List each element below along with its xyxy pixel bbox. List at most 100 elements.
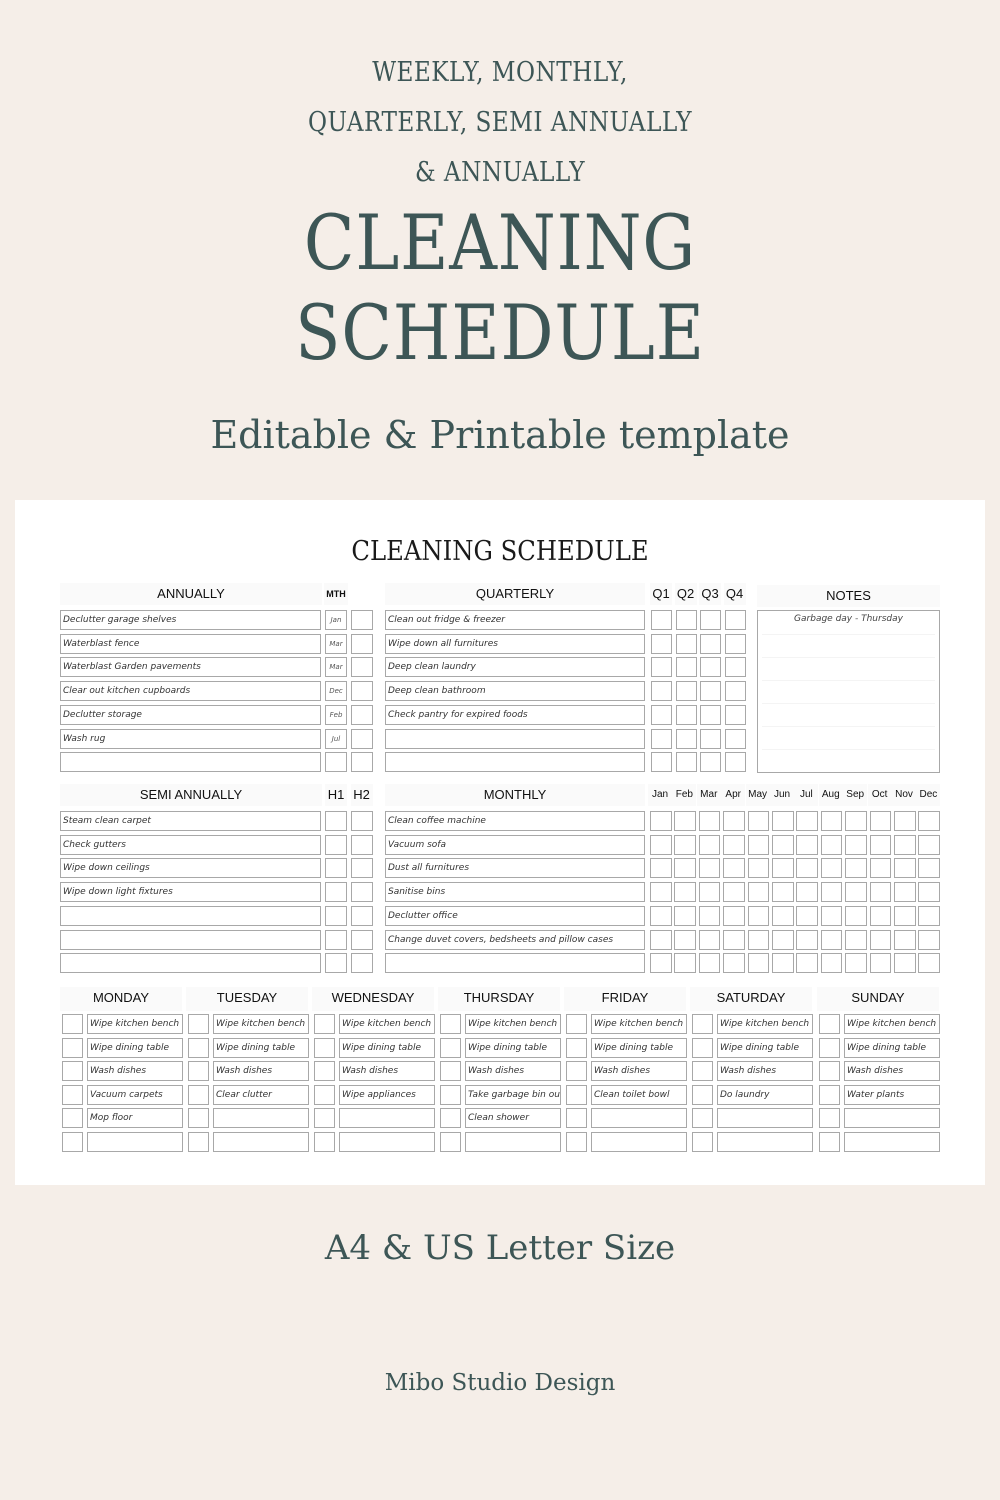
month-checkbox[interactable]: [747, 953, 770, 974]
quarter-checkbox[interactable]: [724, 633, 746, 654]
day-checkbox[interactable]: [188, 1084, 209, 1105]
quarter-checkbox[interactable]: [675, 657, 697, 678]
annual-month-field[interactable]: Jan: [325, 610, 347, 630]
quarter-checkbox[interactable]: [651, 728, 672, 749]
quarterly-task-field[interactable]: Deep clean laundry: [385, 657, 645, 678]
month-checkbox[interactable]: [747, 882, 770, 903]
month-checkbox[interactable]: [894, 858, 916, 879]
month-checkbox[interactable]: [747, 811, 770, 831]
day-checkbox[interactable]: [188, 1014, 209, 1034]
month-checkbox[interactable]: [918, 905, 940, 926]
annual-done-checkbox[interactable]: [351, 633, 373, 654]
month-checkbox[interactable]: [674, 834, 696, 855]
h2-checkbox[interactable]: [351, 953, 373, 974]
monthly-task-field[interactable]: Sanitise bins: [385, 882, 645, 903]
month-checkbox[interactable]: [796, 858, 818, 879]
day-checkbox[interactable]: [566, 1108, 587, 1129]
day-task-field[interactable]: [717, 1132, 813, 1152]
month-checkbox[interactable]: [869, 858, 892, 879]
quarterly-task-field[interactable]: [385, 728, 645, 749]
day-task-field[interactable]: Clear clutter: [213, 1084, 309, 1105]
annual-task-field[interactable]: [60, 752, 321, 773]
quarter-checkbox[interactable]: [724, 752, 746, 773]
day-task-field[interactable]: Vacuum carpets: [87, 1084, 183, 1105]
quarter-checkbox[interactable]: [675, 633, 697, 654]
day-checkbox[interactable]: [692, 1014, 713, 1034]
quarter-checkbox[interactable]: [724, 657, 746, 678]
monthly-task-field[interactable]: Clean coffee machine: [385, 811, 645, 831]
month-checkbox[interactable]: [894, 953, 916, 974]
day-checkbox[interactable]: [692, 1084, 713, 1105]
month-checkbox[interactable]: [723, 834, 745, 855]
day-task-field[interactable]: Wash dishes: [844, 1061, 940, 1082]
month-checkbox[interactable]: [723, 882, 745, 903]
day-task-field[interactable]: Clean shower: [465, 1108, 561, 1129]
quarter-checkbox[interactable]: [724, 681, 746, 702]
quarter-checkbox[interactable]: [675, 681, 697, 702]
day-checkbox[interactable]: [692, 1037, 713, 1058]
month-checkbox[interactable]: [747, 858, 770, 879]
day-task-field[interactable]: Clean toilet bowl: [591, 1084, 687, 1105]
annual-done-checkbox[interactable]: [351, 728, 373, 749]
month-checkbox[interactable]: [772, 905, 794, 926]
month-checkbox[interactable]: [820, 905, 843, 926]
semi-annual-task-field[interactable]: Wipe down ceilings: [60, 858, 321, 879]
day-task-field[interactable]: [87, 1132, 183, 1152]
month-checkbox[interactable]: [650, 882, 672, 903]
day-task-field[interactable]: Wipe kitchen bench: [465, 1014, 561, 1034]
month-checkbox[interactable]: [723, 929, 745, 950]
quarterly-task-field[interactable]: Wipe down all furnitures: [385, 633, 645, 654]
h1-checkbox[interactable]: [325, 882, 347, 903]
month-checkbox[interactable]: [918, 811, 940, 831]
monthly-task-field[interactable]: Declutter office: [385, 905, 645, 926]
month-checkbox[interactable]: [918, 882, 940, 903]
day-task-field[interactable]: [591, 1108, 687, 1129]
month-checkbox[interactable]: [698, 858, 721, 879]
day-checkbox[interactable]: [314, 1037, 335, 1058]
month-checkbox[interactable]: [918, 929, 940, 950]
day-checkbox[interactable]: [819, 1061, 840, 1082]
quarter-checkbox[interactable]: [724, 704, 746, 725]
day-checkbox[interactable]: [440, 1014, 461, 1034]
day-task-field[interactable]: Wipe kitchen bench: [717, 1014, 813, 1034]
day-checkbox[interactable]: [566, 1084, 587, 1105]
day-checkbox[interactable]: [62, 1037, 83, 1058]
month-checkbox[interactable]: [698, 882, 721, 903]
month-checkbox[interactable]: [845, 953, 867, 974]
day-checkbox[interactable]: [314, 1061, 335, 1082]
annual-month-field[interactable]: Jul: [325, 728, 347, 749]
day-task-field[interactable]: [844, 1108, 940, 1129]
day-task-field[interactable]: Wipe kitchen bench: [87, 1014, 183, 1034]
month-checkbox[interactable]: [796, 929, 818, 950]
quarter-checkbox[interactable]: [700, 728, 721, 749]
month-checkbox[interactable]: [869, 834, 892, 855]
month-checkbox[interactable]: [869, 811, 892, 831]
monthly-task-field[interactable]: Vacuum sofa: [385, 834, 645, 855]
day-checkbox[interactable]: [440, 1037, 461, 1058]
notes-text[interactable]: Garbage day - Thursday: [758, 614, 939, 624]
month-checkbox[interactable]: [894, 834, 916, 855]
h2-checkbox[interactable]: [351, 905, 373, 926]
annual-done-checkbox[interactable]: [351, 610, 373, 630]
day-checkbox[interactable]: [440, 1108, 461, 1129]
h1-checkbox[interactable]: [325, 929, 347, 950]
month-checkbox[interactable]: [820, 858, 843, 879]
day-checkbox[interactable]: [62, 1108, 83, 1129]
day-checkbox[interactable]: [819, 1084, 840, 1105]
month-checkbox[interactable]: [674, 953, 696, 974]
quarter-checkbox[interactable]: [651, 610, 672, 630]
day-checkbox[interactable]: [692, 1061, 713, 1082]
day-checkbox[interactable]: [188, 1108, 209, 1129]
semi-annual-task-field[interactable]: Check gutters: [60, 834, 321, 855]
month-checkbox[interactable]: [894, 811, 916, 831]
quarter-checkbox[interactable]: [651, 681, 672, 702]
day-checkbox[interactable]: [62, 1084, 83, 1105]
day-checkbox[interactable]: [692, 1132, 713, 1152]
h1-checkbox[interactable]: [325, 905, 347, 926]
quarterly-task-field[interactable]: [385, 752, 645, 773]
annual-done-checkbox[interactable]: [351, 704, 373, 725]
month-checkbox[interactable]: [796, 882, 818, 903]
month-checkbox[interactable]: [918, 834, 940, 855]
quarter-checkbox[interactable]: [675, 752, 697, 773]
day-task-field[interactable]: [717, 1108, 813, 1129]
